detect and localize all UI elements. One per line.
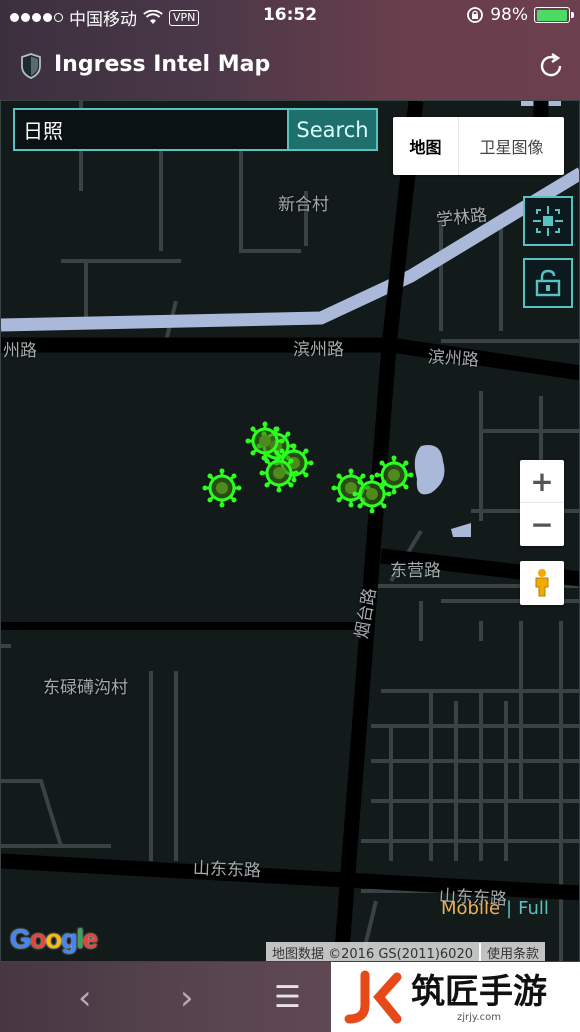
crosshair-icon (533, 206, 563, 236)
menu-button[interactable]: ☰ (274, 980, 301, 1015)
mobile-link[interactable]: Mobile (441, 898, 500, 919)
watermark-logo-icon (344, 970, 402, 1024)
portal-marker[interactable] (374, 455, 414, 495)
locate-button[interactable] (523, 196, 573, 246)
portal-marker[interactable] (202, 468, 242, 508)
map-label-xinhe: 新合村 (278, 195, 329, 215)
map-attribution: 地图数据 ©2016 GS(2011)6020 使用条款 (266, 942, 546, 962)
map-type-map[interactable]: 地图 (393, 117, 459, 175)
portal-layer (202, 421, 414, 514)
map-label-dongying: 东营路 (390, 561, 441, 581)
lock-button[interactable] (523, 258, 573, 308)
battery-icon (534, 7, 574, 23)
map-type-satellite[interactable]: 卫星图像 (459, 117, 564, 175)
rotation-lock-icon (467, 7, 484, 23)
map-label-donglu: 东碌礡沟村 (43, 678, 128, 698)
search-input[interactable] (13, 108, 287, 151)
status-bar: 中国移动 VPN 16:52 98% (0, 0, 580, 34)
app-bar: Ingress Intel Map (0, 40, 580, 92)
zoom-out-button[interactable]: − (520, 503, 564, 546)
back-button[interactable]: ‹ (78, 978, 92, 1018)
full-link[interactable]: Full (518, 898, 549, 919)
top-bar: 中国移动 VPN 16:52 98% Ingress Intel Map (0, 0, 580, 100)
watermark: 筑匠手游 zjrjy.com (331, 962, 580, 1032)
terms-link[interactable]: 使用条款 (479, 943, 545, 961)
street-view-pegman[interactable] (520, 561, 564, 605)
map-label-binzhou-left: 州路 (3, 341, 37, 361)
map-data-attribution: 地图数据 ©2016 GS(2011)6020 (272, 947, 473, 962)
battery-percent: 98% (490, 5, 528, 25)
portal-marker[interactable] (245, 421, 285, 461)
zoom-control: + − (520, 460, 564, 546)
forward-button[interactable]: › (180, 978, 194, 1018)
browser-bottom-bar: ‹ › ☰ 筑匠手游 zjrjy.com (0, 962, 580, 1032)
version-links: Mobile | Full (441, 898, 549, 919)
app-title: Ingress Intel Map (54, 52, 271, 77)
watermark-name: 筑匠手游 (411, 971, 547, 1012)
pegman-icon (535, 569, 549, 597)
ingress-shield-icon (21, 53, 41, 79)
search-button[interactable]: Search (287, 108, 378, 151)
map-label-binzhou-mid: 滨州路 (293, 340, 344, 360)
watermark-url: zjrjy.com (457, 1011, 501, 1023)
unlock-icon (535, 269, 561, 297)
intel-map[interactable]: 新合村 学林路 州路 滨州路 滨州路 东营路 烟台路 东碌礡沟村 山东东路 山东… (0, 100, 580, 962)
zoom-in-button[interactable]: + (520, 460, 564, 503)
search-bar: Search (13, 108, 378, 151)
refresh-icon[interactable] (536, 51, 566, 81)
map-type-control: 地图 卫星图像 (393, 117, 564, 175)
map-label-xuelin: 学林路 (435, 205, 489, 231)
google-logo: Google (10, 924, 98, 954)
map-label-binzhou-right: 滨州路 (427, 347, 480, 371)
link-separator: | (506, 898, 513, 919)
map-label-shandong-mid: 山东东路 (192, 858, 262, 882)
